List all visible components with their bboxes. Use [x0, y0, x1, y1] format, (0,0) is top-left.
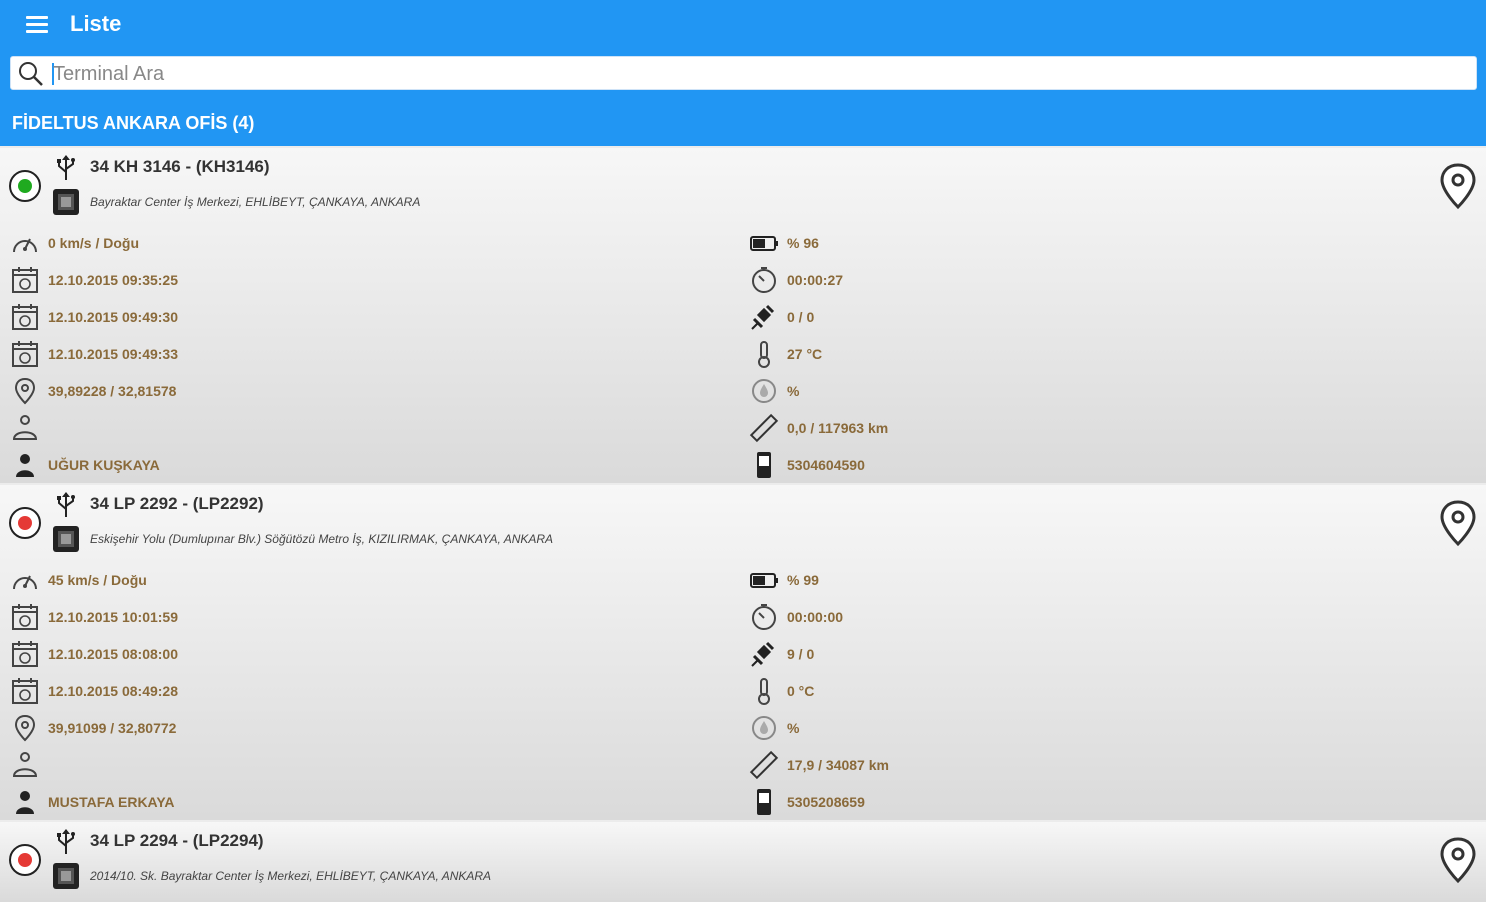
group-header[interactable]: FİDELTUS ANKARA OFİS (4)	[0, 100, 1486, 146]
ruler-icon	[749, 750, 779, 780]
phone-value: 5304604590	[787, 457, 865, 473]
usb-icon	[54, 154, 78, 182]
vehicle-card[interactable]: 34 LP 2292 - (LP2292) Eskişehir Yolu (Du…	[0, 485, 1486, 820]
vehicle-address: Bayraktar Center İş Merkezi, EHLİBEYT, Ç…	[90, 195, 421, 209]
vehicle-plate: 34 KH 3146 - (KH3146)	[90, 157, 270, 176]
duration-value: 00:00:27	[787, 272, 844, 288]
speedometer-icon	[10, 228, 40, 258]
calendar-server-icon	[10, 339, 40, 369]
seat-icon	[10, 413, 40, 443]
status-indicator-online	[9, 170, 41, 202]
search-box[interactable]	[10, 56, 1477, 90]
temperature-value: 27 °C	[787, 346, 823, 362]
device-chip-icon	[52, 525, 80, 553]
device-chip-icon	[52, 862, 80, 890]
timer-icon	[749, 265, 779, 295]
map-pin-icon[interactable]	[1438, 162, 1478, 210]
timer-icon	[749, 602, 779, 632]
humidity-icon	[749, 376, 779, 406]
thermometer-icon	[749, 676, 779, 706]
distance-value: 17,9 / 34087 km	[787, 757, 889, 773]
server-time-value: 12.10.2015 09:49:33	[48, 346, 178, 362]
search-input[interactable]	[53, 61, 1453, 87]
driver-value: MUSTAFA ERKAYA	[48, 794, 175, 810]
vehicle-plate: 34 LP 2294 - (LP2294)	[90, 831, 264, 850]
event-time-value: 12.10.2015 08:08:00	[48, 646, 178, 662]
phone-icon	[749, 787, 779, 817]
ruler-icon	[749, 413, 779, 443]
speed-value: 45 km/s / Doğu	[48, 572, 147, 588]
status-indicator-offline	[9, 844, 41, 876]
speed-value: 0 km/s / Doğu	[48, 235, 140, 251]
humidity-value: %	[787, 720, 800, 736]
gps-time-value: 12.10.2015 10:01:59	[48, 609, 178, 625]
location-icon	[10, 713, 40, 743]
vehicle-plate: 34 LP 2292 - (LP2292)	[90, 494, 264, 513]
battery-icon	[749, 228, 779, 258]
gps-time-value: 12.10.2015 09:35:25	[48, 272, 178, 288]
battery-icon	[749, 565, 779, 595]
search-bar	[0, 48, 1486, 100]
humidity-icon	[749, 713, 779, 743]
phone-value: 5305208659	[787, 794, 865, 810]
user-icon	[10, 787, 40, 817]
calendar-gps-icon	[10, 265, 40, 295]
status-indicator-offline	[9, 507, 41, 539]
satellite-value: 9 / 0	[787, 646, 815, 662]
calendar-event-icon	[10, 302, 40, 332]
server-time-value: 12.10.2015 08:49:28	[48, 683, 178, 699]
vehicle-address: 2014/10. Sk. Bayraktar Center İş Merkezi…	[90, 869, 492, 883]
temperature-value: 0 °C	[787, 683, 815, 699]
map-pin-icon[interactable]	[1438, 836, 1478, 884]
user-icon	[10, 450, 40, 480]
speedometer-icon	[10, 565, 40, 595]
driver-value: UĞUR KUŞKAYA	[48, 457, 160, 473]
battery-value: % 99	[787, 572, 819, 588]
usb-icon	[54, 491, 78, 519]
satellite-value: 0 / 0	[787, 309, 815, 325]
page-title: Liste	[70, 11, 122, 36]
thermometer-icon	[749, 339, 779, 369]
group-title: FİDELTUS ANKARA OFİS (4)	[12, 113, 255, 133]
vehicle-address: Eskişehir Yolu (Dumlupınar Blv.) Söğütöz…	[90, 532, 554, 546]
map-pin-icon[interactable]	[1438, 499, 1478, 547]
vehicle-card[interactable]: 34 KH 3146 - (KH3146) Bayraktar Center İ…	[0, 148, 1486, 483]
coordinates-value: 39,91099 / 32,80772	[48, 720, 177, 736]
location-icon	[10, 376, 40, 406]
duration-value: 00:00:00	[787, 609, 844, 625]
menu-icon[interactable]	[22, 12, 54, 36]
vehicle-card[interactable]: 34 LP 2294 - (LP2294) 2014/10. Sk. Bayra…	[0, 822, 1486, 902]
distance-value: 0,0 / 117963 km	[787, 420, 889, 436]
satellite-icon	[749, 639, 779, 669]
event-time-value: 12.10.2015 09:49:30	[48, 309, 178, 325]
device-chip-icon	[52, 188, 80, 216]
calendar-gps-icon	[10, 602, 40, 632]
satellite-icon	[749, 302, 779, 332]
coordinates-value: 39,89228 / 32,81578	[48, 383, 177, 399]
search-icon	[19, 62, 43, 86]
humidity-value: %	[787, 383, 800, 399]
battery-value: % 96	[787, 235, 819, 251]
phone-icon	[749, 450, 779, 480]
usb-icon	[54, 828, 78, 856]
app-bar: Liste	[0, 0, 1486, 48]
seat-icon	[10, 750, 40, 780]
calendar-server-icon	[10, 676, 40, 706]
calendar-event-icon	[10, 639, 40, 669]
